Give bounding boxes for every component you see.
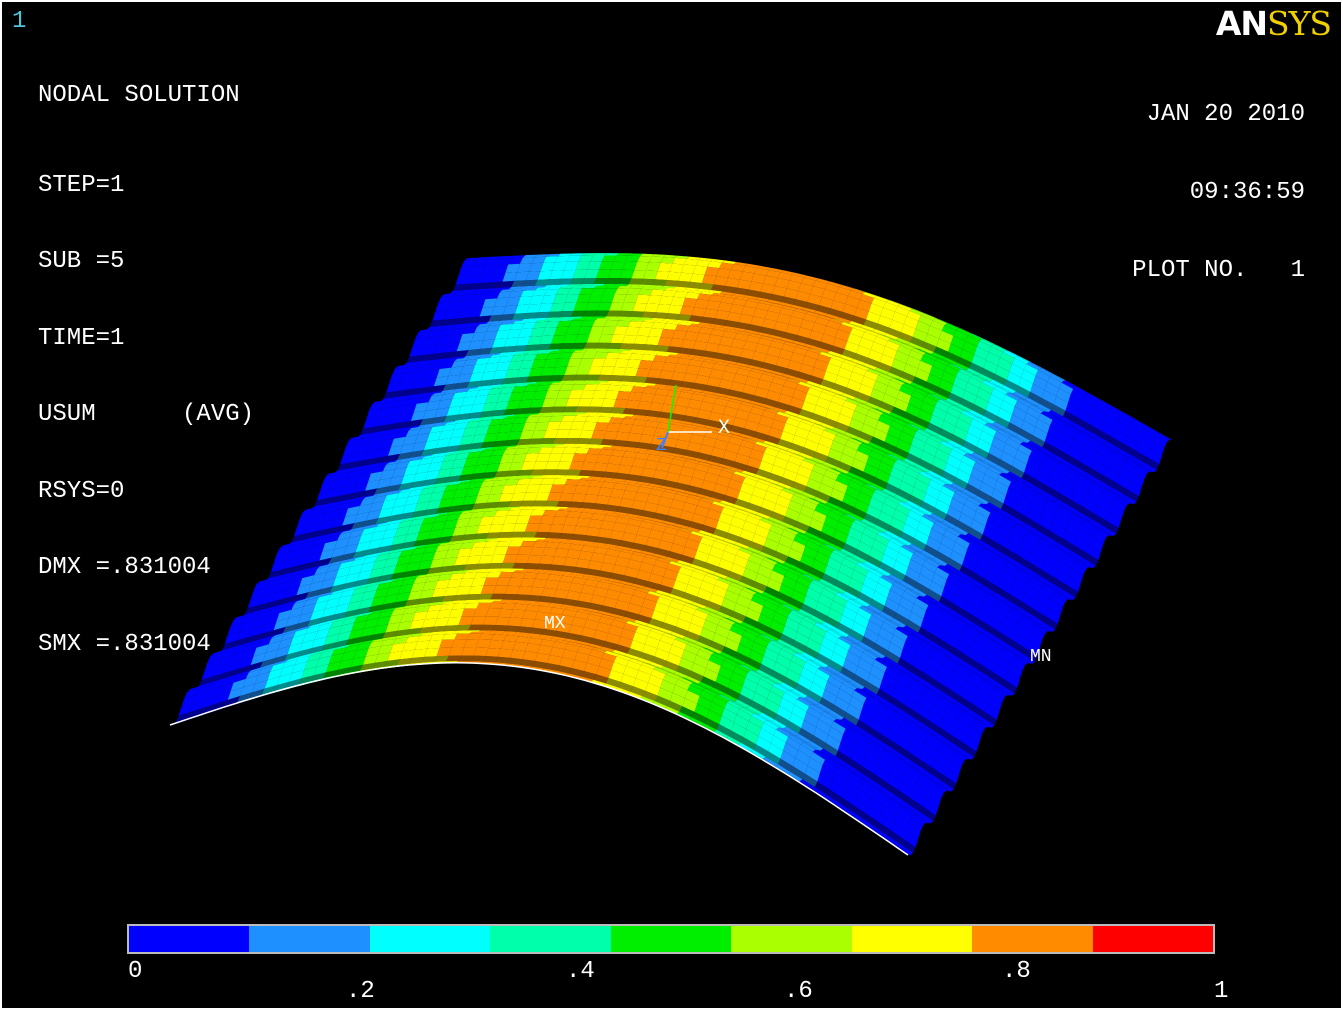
legend-color-7 bbox=[972, 926, 1093, 952]
legend-tick-0: 0 bbox=[128, 958, 143, 985]
corrugated-shell-surface bbox=[169, 253, 1172, 856]
triad-z-label: Z bbox=[656, 436, 667, 456]
legend-color-4 bbox=[610, 926, 732, 952]
legend-color-1 bbox=[249, 926, 370, 952]
legend-color-5 bbox=[731, 926, 852, 952]
max-label: MX bbox=[544, 614, 566, 634]
triad-x-label: X bbox=[718, 417, 730, 440]
legend-color-3 bbox=[490, 926, 611, 952]
legend-tick-02: .2 bbox=[346, 978, 375, 1005]
legend-color-0 bbox=[129, 926, 250, 952]
legend-tick-08: .8 bbox=[1002, 958, 1031, 985]
legend-tick-1: 1 bbox=[1214, 978, 1229, 1005]
contour-legend-bar bbox=[127, 924, 1215, 954]
legend-color-6 bbox=[851, 926, 973, 952]
legend-color-8 bbox=[1092, 926, 1213, 952]
legend-color-2 bbox=[369, 926, 491, 952]
legend-tick-06: .6 bbox=[784, 978, 813, 1005]
min-label: MN bbox=[1030, 647, 1052, 667]
legend-tick-04: .4 bbox=[566, 958, 595, 985]
contour-plot[interactable]: X Z MX MN bbox=[0, 0, 1343, 920]
